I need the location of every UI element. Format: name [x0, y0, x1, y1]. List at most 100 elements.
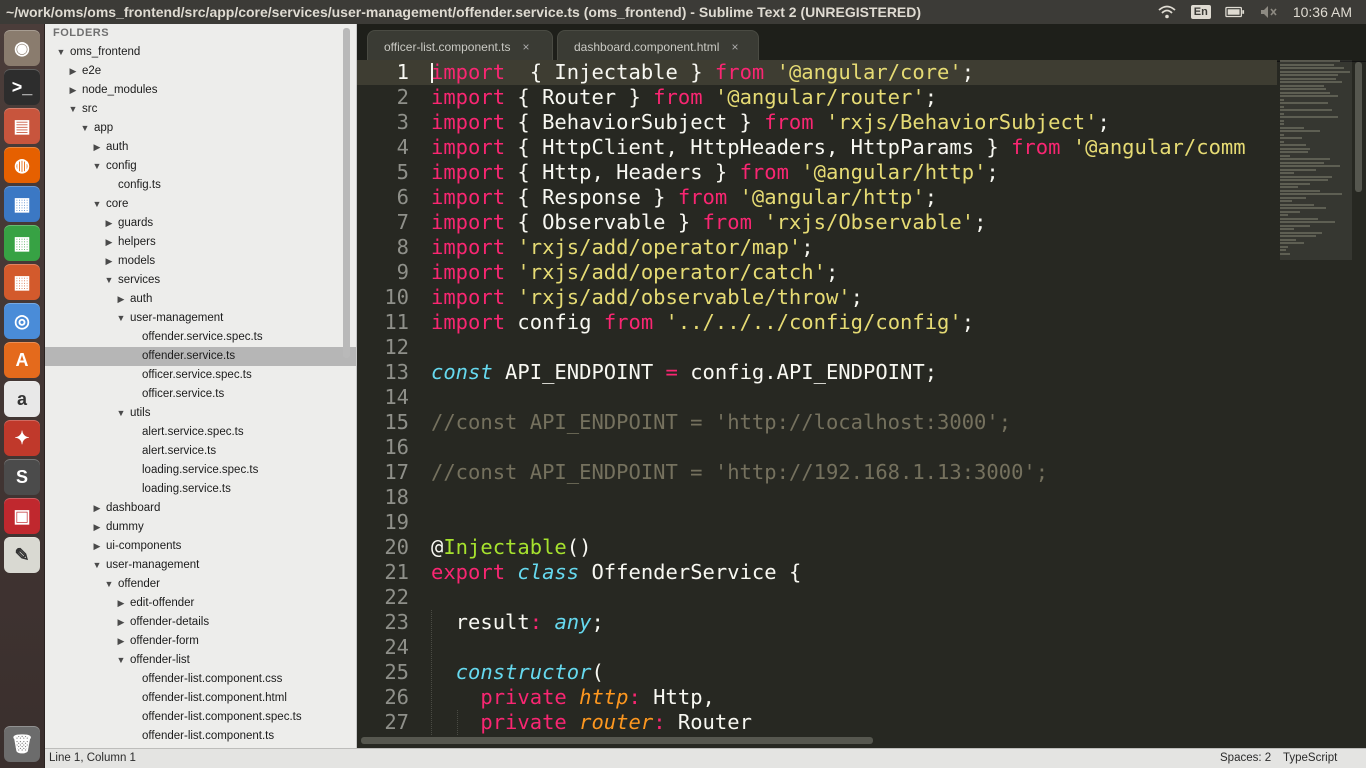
vertical-scrollbar[interactable] — [1355, 62, 1362, 192]
disclosure-open-icon[interactable]: ▼ — [92, 556, 102, 575]
trash-icon[interactable]: 🗑 — [4, 726, 40, 762]
text-editor-icon[interactable]: ✎ — [4, 537, 40, 573]
file-item[interactable]: offender-list.component.html — [45, 689, 356, 708]
wifi-icon[interactable] — [1157, 4, 1177, 20]
chrome-icon[interactable]: ◎ — [4, 303, 40, 339]
file-item[interactable]: loading.service.spec.ts — [45, 461, 356, 480]
disclosure-open-icon[interactable]: ▼ — [116, 651, 126, 670]
disclosure-closed-icon[interactable]: ▶ — [116, 613, 126, 632]
disclosure-closed-icon[interactable]: ▶ — [104, 233, 114, 252]
close-icon[interactable]: × — [523, 40, 530, 54]
minimap-line — [1280, 210, 1300, 213]
disclosure-open-icon[interactable]: ▼ — [104, 271, 114, 290]
folder-item[interactable]: ▼ oms_frontend — [45, 43, 356, 62]
file-item[interactable]: offender-list.component.ts — [45, 727, 356, 746]
disclosure-closed-icon[interactable]: ▶ — [116, 290, 126, 309]
folder-item[interactable]: ▼ core — [45, 195, 356, 214]
disclosure-open-icon[interactable]: ▼ — [68, 100, 78, 119]
folder-item[interactable]: ▼ config — [45, 157, 356, 176]
sidebar-scrollbar[interactable] — [343, 28, 350, 358]
disclosure-open-icon[interactable]: ▼ — [56, 43, 66, 62]
code-text: import config from '../../../config/conf… — [431, 310, 974, 335]
file-item[interactable]: config.ts — [45, 176, 356, 195]
disclosure-closed-icon[interactable]: ▶ — [92, 138, 102, 157]
file-item[interactable]: offender.service.ts — [45, 347, 356, 366]
battery-icon[interactable] — [1225, 4, 1245, 20]
folder-item[interactable]: ▶ models — [45, 252, 356, 271]
tree-item-label: app — [94, 122, 114, 134]
close-icon[interactable]: × — [731, 40, 738, 54]
disclosure-closed-icon[interactable]: ▶ — [116, 594, 126, 613]
folder-item[interactable]: ▶ e2e — [45, 62, 356, 81]
disclosure-closed-icon[interactable]: ▶ — [104, 214, 114, 233]
volume-muted-icon[interactable] — [1259, 4, 1279, 20]
horizontal-scrollbar[interactable] — [361, 737, 873, 744]
clock[interactable]: 10:36 AM — [1293, 4, 1352, 20]
files-icon[interactable]: ▤ — [4, 108, 40, 144]
disclosure-closed-icon[interactable]: ▶ — [116, 632, 126, 651]
folder-item[interactable]: ▶ offender-form — [45, 632, 356, 651]
file-item[interactable]: officer.service.spec.ts — [45, 366, 356, 385]
syntax-selector[interactable]: TypeScript — [1283, 752, 1337, 764]
software-center-icon[interactable]: A — [4, 342, 40, 378]
line-number: 5 — [396, 160, 409, 184]
ubuntu-dash-icon[interactable]: ◉ — [4, 30, 40, 66]
folder-item[interactable]: ▼ app — [45, 119, 356, 138]
libreoffice-writer-icon[interactable]: ▦ — [4, 186, 40, 222]
disclosure-closed-icon[interactable]: ▶ — [68, 62, 78, 81]
file-item[interactable]: loading.service.ts — [45, 480, 356, 499]
folder-item[interactable]: ▶ ui-components — [45, 537, 356, 556]
disclosure-closed-icon[interactable]: ▶ — [68, 81, 78, 100]
code-token: ; — [924, 85, 938, 109]
disclosure-open-icon[interactable]: ▼ — [116, 404, 126, 423]
folder-item[interactable]: ▼ utils — [45, 404, 356, 423]
file-item[interactable]: alert.service.ts — [45, 442, 356, 461]
sublime-text-icon[interactable]: S — [4, 459, 40, 495]
tab-dashboard[interactable]: dashboard.component.html × — [557, 30, 759, 62]
tab-officer-list[interactable]: officer-list.component.ts × — [367, 30, 553, 62]
workspace-switcher-icon[interactable]: ▣ — [4, 498, 40, 534]
file-item[interactable]: offender.service.spec.ts — [45, 328, 356, 347]
folder-item[interactable]: ▶ dummy — [45, 518, 356, 537]
keyboard-layout-indicator[interactable]: En — [1190, 5, 1211, 19]
folder-item[interactable]: ▼ src — [45, 100, 356, 119]
folder-item[interactable]: ▶ edit-offender — [45, 594, 356, 613]
disclosure-open-icon[interactable]: ▼ — [92, 195, 102, 214]
minimap[interactable] — [1280, 60, 1352, 290]
disclosure-open-icon[interactable]: ▼ — [104, 575, 114, 594]
folder-item[interactable]: ▶ helpers — [45, 233, 356, 252]
folder-item[interactable]: ▼ offender — [45, 575, 356, 594]
code-area[interactable]: 1 import { Injectable } from '@angular/co… — [357, 60, 1277, 735]
libreoffice-impress-icon[interactable]: ▦ — [4, 264, 40, 300]
terminal-icon[interactable]: >_ — [4, 69, 40, 105]
disclosure-open-icon[interactable]: ▼ — [80, 119, 90, 138]
indentation-setting[interactable]: Spaces: 2 — [1220, 752, 1271, 764]
folder-item[interactable]: ▼ services — [45, 271, 356, 290]
folder-item[interactable]: ▶ auth — [45, 290, 356, 309]
folder-item[interactable]: ▶ offender-details — [45, 613, 356, 632]
folder-item[interactable]: ▼ offender-list — [45, 651, 356, 670]
disclosure-open-icon[interactable]: ▼ — [92, 157, 102, 176]
firefox-icon[interactable]: ◍ — [4, 147, 40, 183]
code-token: const — [431, 360, 493, 384]
folder-item[interactable]: ▶ guards — [45, 214, 356, 233]
file-item[interactable]: alert.service.spec.ts — [45, 423, 356, 442]
file-item[interactable]: offender-list.component.spec.ts — [45, 708, 356, 727]
minimap-line — [1280, 137, 1302, 139]
folder-item[interactable]: ▶ auth — [45, 138, 356, 157]
libreoffice-calc-icon[interactable]: ▦ — [4, 225, 40, 261]
code-token: import — [431, 160, 506, 184]
disclosure-closed-icon[interactable]: ▶ — [92, 499, 102, 518]
file-item[interactable]: officer.service.ts — [45, 385, 356, 404]
folder-item[interactable]: ▶ dashboard — [45, 499, 356, 518]
file-item[interactable]: offender-list.component.css — [45, 670, 356, 689]
disclosure-open-icon[interactable]: ▼ — [116, 309, 126, 328]
folder-item[interactable]: ▶ node_modules — [45, 81, 356, 100]
disclosure-closed-icon[interactable]: ▶ — [92, 518, 102, 537]
folder-item[interactable]: ▼ user-management — [45, 556, 356, 575]
disclosure-closed-icon[interactable]: ▶ — [104, 252, 114, 271]
folder-item[interactable]: ▼ user-management — [45, 309, 356, 328]
amazon-icon[interactable]: a — [4, 381, 40, 417]
system-settings-icon[interactable]: ✦ — [4, 420, 40, 456]
disclosure-closed-icon[interactable]: ▶ — [92, 537, 102, 556]
